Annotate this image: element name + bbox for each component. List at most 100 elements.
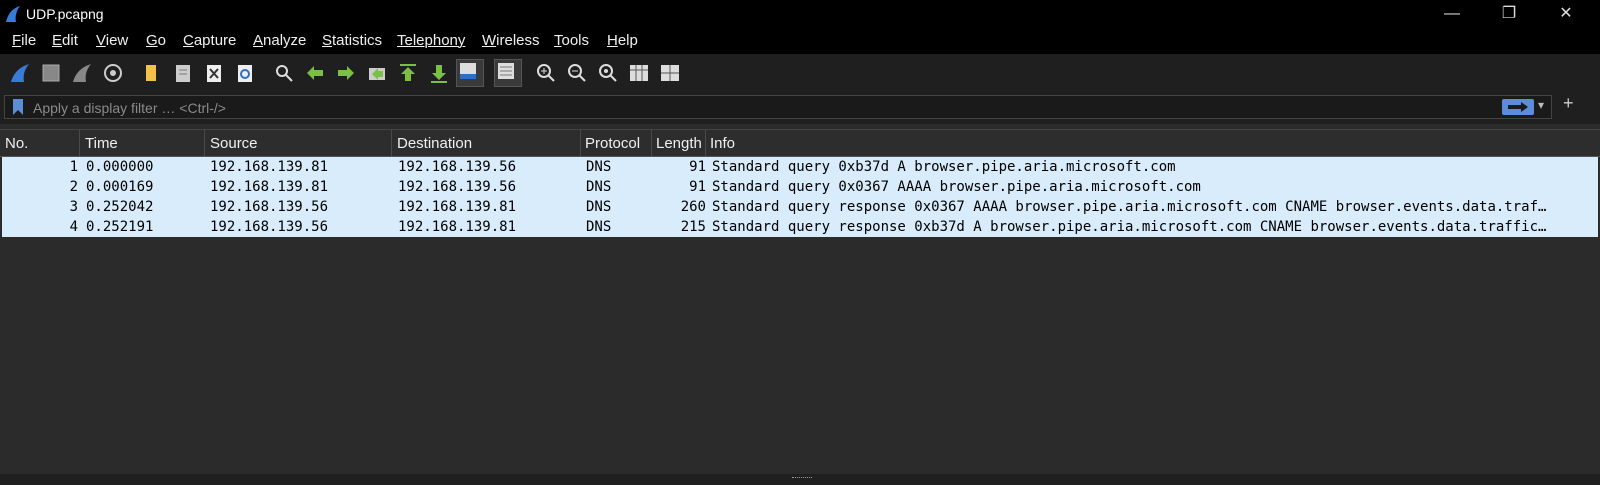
- packet-length: 260: [680, 199, 706, 215]
- arrow-right-icon: [1508, 102, 1528, 112]
- menu-analyze[interactable]: Analyze: [253, 32, 306, 49]
- packet-destination: 192.168.139.56: [398, 159, 517, 175]
- column-separator[interactable]: [580, 130, 581, 156]
- last-packet-icon[interactable]: [428, 62, 450, 84]
- packet-row[interactable]: 2 0.000169 192.168.139.81 192.168.139.56…: [2, 177, 1598, 197]
- go-back-arrow-icon[interactable]: [304, 62, 326, 84]
- menu-bar: File Edit View Go Capture Analyze Statis…: [0, 28, 1600, 54]
- stop-square-icon[interactable]: [40, 62, 62, 84]
- column-separator[interactable]: [391, 130, 392, 156]
- packet-protocol: DNS: [586, 199, 612, 215]
- close-file-icon[interactable]: [203, 62, 225, 84]
- packet-source: 192.168.139.56: [210, 199, 329, 215]
- menu-edit[interactable]: Edit: [52, 32, 78, 49]
- colorize-icon[interactable]: [494, 59, 522, 87]
- main-toolbar: [0, 54, 1600, 92]
- zoom-out-icon[interactable]: [566, 62, 588, 84]
- column-separator[interactable]: [79, 130, 80, 156]
- filter-placeholder: Apply a display filter … <Ctrl-/>: [33, 100, 226, 116]
- column-time[interactable]: Time: [85, 135, 118, 152]
- packet-length: 215: [680, 219, 706, 235]
- autoscroll-icon[interactable]: [456, 59, 484, 87]
- wireshark-logo-icon: [6, 6, 20, 22]
- restore-button[interactable]: ❐: [1481, 0, 1537, 28]
- menu-tools-label: ools: [561, 32, 590, 49]
- menu-capture-mnemonic: C: [183, 32, 194, 49]
- pane-splitter[interactable]: [0, 474, 1600, 485]
- display-filter-bar: Apply a display filter … <Ctrl-/> ▾ +: [0, 92, 1600, 124]
- packet-row[interactable]: 4 0.252191 192.168.139.56 192.168.139.81…: [2, 217, 1598, 237]
- menu-statistics-label: tatistics: [332, 32, 383, 49]
- packet-destination: 192.168.139.81: [398, 219, 517, 235]
- minimize-button[interactable]: —: [1424, 0, 1480, 28]
- packet-destination: 192.168.139.56: [398, 179, 517, 195]
- menu-go-label: o: [157, 32, 167, 49]
- packet-row[interactable]: 3 0.252042 192.168.139.56 192.168.139.81…: [2, 197, 1598, 217]
- add-filter-button[interactable]: +: [1563, 93, 1574, 114]
- menu-statistics[interactable]: Statistics: [322, 32, 382, 49]
- packet-source: 192.168.139.81: [210, 179, 329, 195]
- open-folder-icon[interactable]: [141, 62, 163, 84]
- packet-time: 0.252042: [86, 199, 154, 215]
- menu-edit-mnemonic: E: [52, 32, 63, 49]
- close-window-button[interactable]: ✕: [1538, 0, 1594, 28]
- zoom-in-icon[interactable]: [535, 62, 557, 84]
- column-length[interactable]: Length: [656, 135, 702, 152]
- menu-capture-label: apture: [193, 32, 237, 49]
- resize-columns-icon[interactable]: [628, 62, 650, 84]
- column-info[interactable]: Info: [710, 135, 735, 152]
- packet-time: 0.000169: [86, 179, 154, 195]
- file-icon[interactable]: [172, 62, 194, 84]
- zoom-normal-icon[interactable]: [597, 62, 619, 84]
- layout-panes-icon[interactable]: [659, 62, 681, 84]
- menu-go[interactable]: Go: [146, 32, 166, 49]
- menu-wireless[interactable]: Wireless: [482, 32, 540, 49]
- first-packet-icon[interactable]: [397, 62, 419, 84]
- filter-history-dropdown[interactable]: ▾: [1538, 98, 1544, 112]
- packet-no: 1: [69, 159, 78, 175]
- go-to-packet-icon[interactable]: [366, 62, 388, 84]
- menu-telephony[interactable]: Telephony: [397, 32, 465, 49]
- packet-source: 192.168.139.56: [210, 219, 329, 235]
- column-separator[interactable]: [651, 130, 652, 156]
- packet-no: 2: [69, 179, 78, 195]
- apply-filter-button[interactable]: [1502, 99, 1534, 115]
- packet-protocol: DNS: [586, 159, 612, 175]
- reload-icon[interactable]: [234, 62, 256, 84]
- go-forward-arrow-icon[interactable]: [335, 62, 357, 84]
- find-packet-icon[interactable]: [273, 62, 295, 84]
- menu-view-mnemonic: V: [96, 32, 106, 49]
- menu-telephony-label: Telephony: [397, 32, 466, 49]
- shark-fin-start-icon[interactable]: [9, 62, 31, 84]
- menu-help-label: elp: [617, 32, 638, 49]
- bookmark-icon[interactable]: [11, 99, 25, 115]
- menu-help[interactable]: Help: [607, 32, 638, 49]
- menu-file[interactable]: File: [12, 32, 36, 49]
- packet-list-header: No. Time Source Destination Protocol Len…: [0, 130, 1600, 157]
- menu-analyze-label: nalyze: [263, 32, 307, 49]
- packet-info: Standard query 0x0367 AAAA browser.pipe.…: [712, 179, 1201, 195]
- packet-length: 91: [689, 159, 706, 175]
- packet-no: 4: [69, 219, 78, 235]
- splitter-grip-icon[interactable]: [792, 477, 812, 481]
- restart-fin-icon[interactable]: [71, 62, 93, 84]
- menu-statistics-mnemonic: S: [322, 32, 333, 49]
- menu-view[interactable]: View: [96, 32, 128, 49]
- menu-view-label: iew: [105, 32, 129, 49]
- column-protocol[interactable]: Protocol: [585, 135, 640, 152]
- menu-file-label: ile: [21, 32, 37, 49]
- menu-capture[interactable]: Capture: [183, 32, 236, 49]
- packet-time: 0.252191: [86, 219, 154, 235]
- column-destination[interactable]: Destination: [397, 135, 472, 152]
- capture-options-gear-icon[interactable]: [102, 62, 124, 84]
- menu-tools[interactable]: Tools: [554, 32, 589, 49]
- column-separator[interactable]: [705, 130, 706, 156]
- menu-analyze-mnemonic: A: [253, 32, 264, 49]
- packet-length: 91: [689, 179, 706, 195]
- packet-source: 192.168.139.81: [210, 159, 329, 175]
- display-filter-input[interactable]: Apply a display filter … <Ctrl-/> ▾: [4, 95, 1552, 119]
- packet-row[interactable]: 1 0.000000 192.168.139.81 192.168.139.56…: [2, 157, 1598, 177]
- column-source[interactable]: Source: [210, 135, 258, 152]
- column-no[interactable]: No.: [5, 135, 28, 152]
- column-separator[interactable]: [204, 130, 205, 156]
